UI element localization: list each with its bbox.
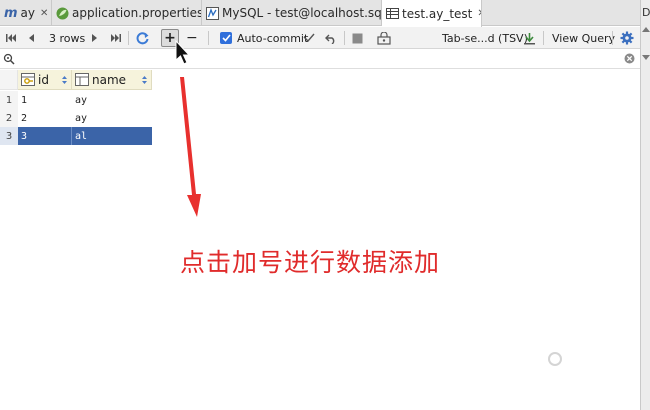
row-count-label[interactable]: 3 rows — [49, 27, 85, 49]
toolbar-separator — [612, 31, 613, 45]
clear-filter-icon[interactable] — [624, 53, 635, 67]
project-m-icon: m — [4, 5, 18, 21]
commit-check-icon[interactable] — [303, 27, 315, 49]
rollback-icon[interactable] — [325, 27, 337, 49]
tab-label: test.ay_test — [402, 6, 473, 21]
table-cell-name-selected[interactable]: al — [72, 127, 152, 145]
column-header-label: id — [38, 72, 49, 87]
row-number[interactable]: 1 — [0, 91, 18, 109]
checkbox-checked-icon — [220, 32, 232, 44]
data-editor-toolbar: 3 rows + − Auto-commit Tab-se...d (TSV) … — [0, 27, 640, 49]
sql-console-icon — [206, 6, 219, 20]
mouse-cursor-icon — [175, 39, 191, 69]
sort-icon[interactable] — [142, 76, 147, 84]
tab-ay[interactable]: m ay ✕ — [0, 0, 52, 26]
next-page-icon[interactable] — [91, 27, 99, 49]
sort-icon[interactable] — [62, 76, 67, 84]
filter-bar[interactable] — [0, 50, 640, 69]
reload-icon[interactable] — [136, 27, 150, 49]
filter-search-icon[interactable] — [3, 53, 16, 68]
view-query-button[interactable]: View Query — [552, 27, 615, 49]
stop-icon[interactable] — [352, 27, 363, 49]
tab-label: application.properties — [72, 6, 202, 20]
gear-icon[interactable] — [620, 27, 634, 49]
grid-corner — [0, 70, 18, 90]
close-icon[interactable]: ✕ — [40, 8, 48, 19]
table-cell-id[interactable]: 1 — [18, 91, 72, 109]
tab-application-properties[interactable]: application.properties ✕ — [52, 0, 202, 26]
right-tool-strip: D — [640, 0, 650, 410]
toolbar-separator — [344, 31, 345, 45]
primary-key-column-icon — [21, 73, 35, 86]
scroll-down-icon[interactable] — [642, 55, 650, 60]
scroll-up-icon[interactable] — [642, 27, 650, 32]
tab-mysql-console[interactable]: MySQL - test@localhost.sql ✕ — [202, 0, 382, 26]
export-format-dropdown[interactable]: Tab-se...d (TSV) — [442, 27, 528, 49]
tool-window-label[interactable]: D — [642, 6, 650, 19]
column-header-label: name — [92, 72, 127, 87]
autocommit-toggle[interactable]: Auto-commit — [220, 27, 308, 49]
table-cell-name[interactable]: ay — [72, 91, 152, 109]
tab-test-ay-test[interactable]: test.ay_test ✕ — [382, 0, 482, 27]
spring-leaf-icon — [56, 7, 69, 20]
download-icon[interactable] — [523, 27, 536, 49]
close-icon[interactable]: ✕ — [477, 8, 481, 19]
table-icon — [386, 7, 399, 20]
watermark-logo — [548, 352, 565, 366]
column-header-id[interactable]: id — [18, 70, 72, 90]
last-page-icon[interactable] — [110, 27, 122, 49]
table-cell-id[interactable]: 2 — [18, 109, 72, 127]
table-cell-id-selected[interactable]: 3 — [18, 127, 72, 145]
table-cell-name[interactable]: ay — [72, 109, 152, 127]
tab-label: ay — [20, 6, 36, 20]
annotation-text: 点击加号进行数据添加 — [180, 248, 441, 277]
lock-settings-icon[interactable] — [377, 27, 391, 49]
column-header-name[interactable]: name — [72, 70, 152, 90]
row-number[interactable]: 2 — [0, 109, 18, 127]
row-number[interactable]: 3 — [0, 127, 18, 145]
red-arrow-annotation — [180, 77, 201, 217]
previous-page-icon[interactable] — [27, 27, 35, 49]
tab-label: MySQL - test@localhost.sql — [222, 6, 382, 20]
autocommit-label: Auto-commit — [237, 31, 309, 45]
editor-tab-bar: m ay ✕ application.properties ✕ MySQL - … — [0, 0, 640, 27]
toolbar-separator — [128, 31, 129, 45]
first-page-icon[interactable] — [5, 27, 17, 49]
watermark-circle-icon — [548, 352, 562, 366]
toolbar-separator — [543, 31, 544, 45]
column-icon — [75, 73, 89, 86]
toolbar-separator — [208, 31, 209, 45]
